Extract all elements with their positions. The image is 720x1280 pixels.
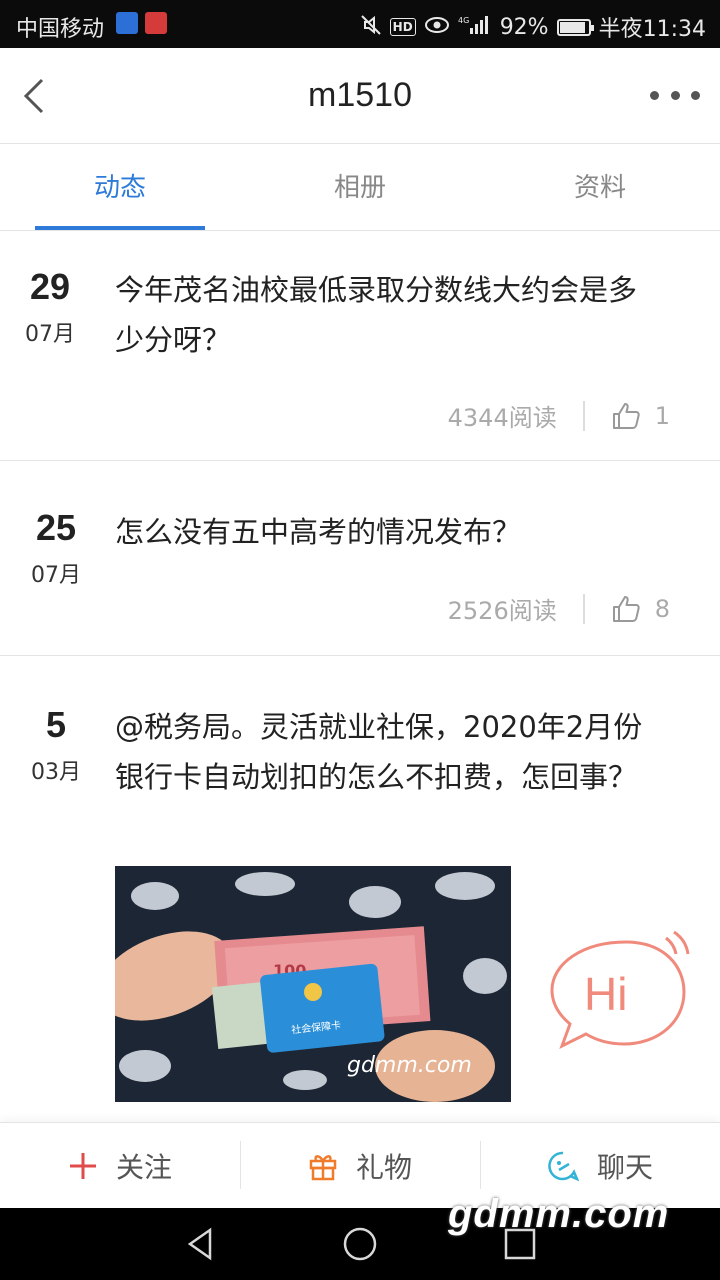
post-month: 07月: [25, 322, 75, 347]
post-day: 29: [29, 266, 71, 307]
gift-label: 礼物: [355, 1150, 412, 1184]
more-options-button[interactable]: [650, 84, 700, 106]
status-bar: 中国移动 HD 4G 92% 半夜11:34: [0, 0, 720, 48]
carrier-name: 中国移动: [16, 17, 105, 42]
signal-icon: 4G: [458, 14, 492, 41]
post-day: 25: [35, 507, 77, 548]
page-title: m1510: [308, 76, 412, 114]
nav-back-icon[interactable]: [182, 1226, 218, 1262]
follow-label: 关注: [115, 1150, 172, 1184]
gift-button[interactable]: 礼物: [240, 1123, 480, 1208]
post-month: 03月: [31, 760, 81, 785]
post-text: @税务局。灵活就业社保，2020年2月份银行卡自动划扣的怎么不扣费，怎回事？: [115, 710, 643, 794]
post-day: 5: [45, 704, 67, 745]
watermark: gdmm.com: [448, 1192, 670, 1236]
more-dot-icon: [691, 90, 700, 100]
like-count: 1: [654, 401, 670, 430]
like-count: 8: [654, 594, 670, 623]
post-month: 07月: [31, 563, 81, 588]
post-meta: 4344阅读 1: [448, 398, 670, 433]
thumbs-up-icon[interactable]: [611, 401, 641, 431]
plus-icon: [69, 1152, 96, 1179]
notification-app-icon: [116, 12, 138, 34]
read-count: 4344阅读: [447, 404, 557, 432]
more-dot-icon: [670, 90, 680, 100]
thumbs-up-icon[interactable]: [611, 594, 641, 624]
tab-profile[interactable]: 资料: [480, 145, 720, 230]
tab-album[interactable]: 相册: [240, 145, 480, 230]
divider: [582, 593, 585, 624]
feed-item[interactable]: 5 03月 @税务局。灵活就业社保，2020年2月份银行卡自动划扣的怎么不扣费，…: [0, 656, 720, 1136]
notification-app-icon-2: [145, 12, 167, 34]
follow-button[interactable]: 关注: [0, 1123, 240, 1208]
more-dot-icon: [650, 90, 659, 100]
post-text: 今年茂名油校最低录取分数线大约会是多少分呀？: [115, 273, 638, 357]
post-text: 怎么没有五中高考的情况发布？: [115, 515, 522, 549]
hd-icon: HD: [389, 18, 416, 36]
say-hi-button[interactable]: Hi: [548, 930, 696, 1058]
top-bar: m1510: [0, 48, 720, 144]
feed-item[interactable]: 29 07月 今年茂名油校最低录取分数线大约会是多少分呀？ 4344阅读 1: [0, 232, 720, 461]
read-count: 2526阅读: [447, 597, 557, 625]
battery-icon: [556, 18, 594, 36]
profile-tabs: 动态 相册 资料: [0, 145, 720, 231]
post-image[interactable]: 100 社会保障卡 gdmm.com: [115, 866, 511, 1102]
nav-home-icon[interactable]: [342, 1226, 378, 1262]
hi-label: Hi: [584, 968, 627, 1020]
post-meta: 2526阅读 8: [448, 591, 670, 626]
eye-icon: [424, 16, 450, 39]
clock: 半夜11:34: [598, 17, 706, 42]
chat-icon: [548, 1151, 579, 1181]
mute-icon: [360, 14, 382, 41]
tab-moments[interactable]: 动态: [0, 145, 240, 230]
battery-percent: 92%: [499, 14, 549, 40]
divider: [582, 400, 585, 431]
chat-label: 聊天: [596, 1150, 653, 1184]
svg-text:4G: 4G: [458, 16, 469, 25]
gift-icon: [309, 1154, 337, 1180]
feed-item[interactable]: 25 07月 怎么没有五中高考的情况发布？ 2526阅读 8: [0, 461, 720, 656]
image-caption: gdmm.com: [347, 1053, 472, 1078]
